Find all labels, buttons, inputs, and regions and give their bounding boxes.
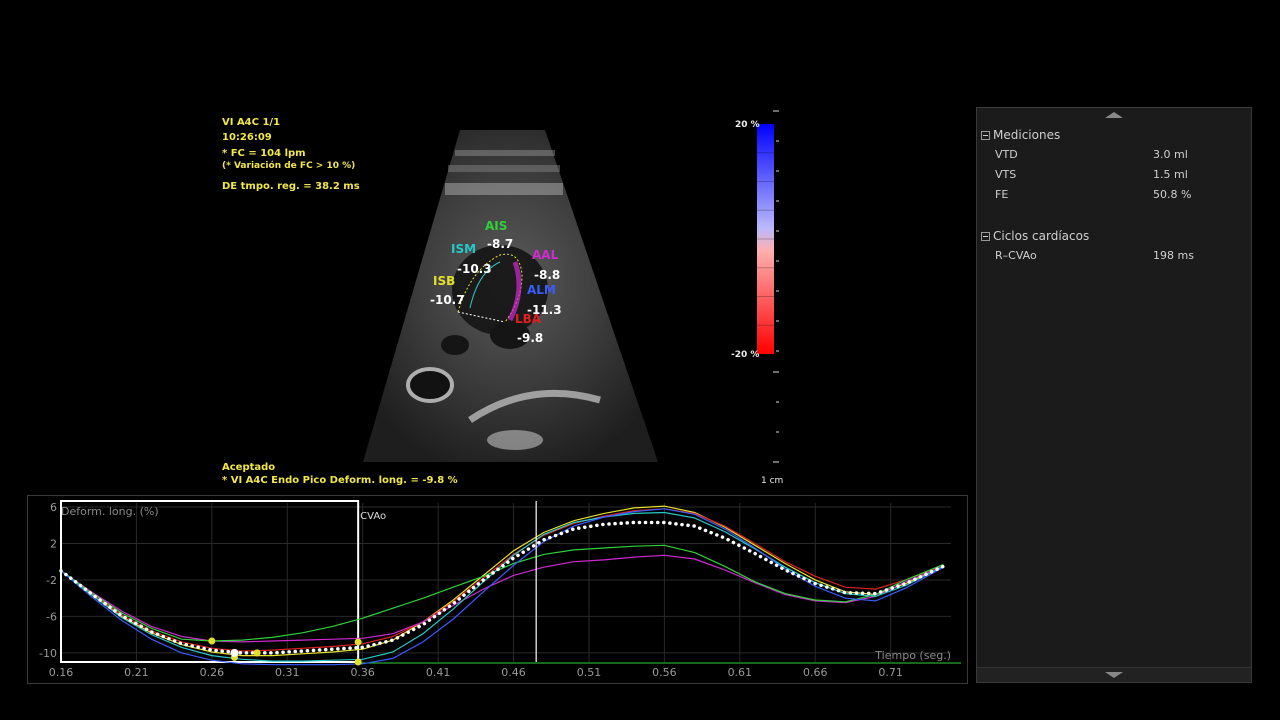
x-tick-label: 0.46 [501, 666, 526, 679]
segment-value-label: -8.7 [487, 237, 513, 251]
x-tick-label: 0.31 [275, 666, 300, 679]
peak-marker[interactable] [354, 638, 362, 646]
segment-value-label: -10.3 [457, 262, 492, 276]
measurement-row: FE 50.8 % [995, 188, 1192, 201]
x-tick-label: 0.71 [878, 666, 903, 679]
measurement-row: VTS 1.5 ml [995, 168, 1188, 181]
cycle-row: R–CVAo 198 ms [995, 249, 1194, 262]
y-tick-label: 2 [50, 537, 57, 550]
peak-marker[interactable] [253, 649, 261, 657]
segment-value-label: -10.7 [430, 293, 465, 307]
strain-graph[interactable]: 0.16 0.21 0.26 0.31 0.36 0.41 0.46 0.51 0.56 0.61… [27, 495, 968, 684]
segment-name-label: LBA [515, 312, 542, 326]
collapse-icon[interactable] [981, 130, 990, 140]
y-tick-label: -10 [39, 647, 57, 660]
cycles-section[interactable]: Ciclos cardíacos [981, 229, 1089, 243]
segment-name-label: AAL [532, 248, 559, 262]
segment-name-label: AIS [485, 219, 507, 233]
x-tick-label: 0.41 [426, 666, 451, 679]
y-tick-label: -2 [46, 574, 57, 587]
scroll-up-arrow[interactable] [1105, 112, 1123, 118]
y-axis-label: Deform. long. (%) [61, 505, 159, 518]
collapse-icon[interactable] [981, 231, 990, 241]
measurement-row: VTD 3.0 ml [995, 148, 1188, 161]
segment-value-label: -9.8 [517, 331, 543, 345]
measurements-title: Mediciones [993, 128, 1061, 142]
cvao-marker-label: CVAo [360, 511, 386, 522]
x-tick-label: 0.26 [200, 666, 225, 679]
peak-marker[interactable] [230, 648, 239, 657]
x-tick-label: 0.56 [652, 666, 677, 679]
peak-marker[interactable] [208, 637, 216, 645]
color-scale-bottom-label: -20 % [731, 350, 760, 360]
x-tick-label: 0.66 [803, 666, 828, 679]
measurements-section[interactable]: Mediciones [981, 128, 1060, 142]
peak-marker[interactable] [354, 658, 362, 666]
color-scale-top-label: 20 % [735, 120, 760, 130]
x-tick-label: 0.21 [124, 666, 149, 679]
segment-name-label: ISB [433, 274, 455, 288]
x-tick-label: 0.61 [728, 666, 753, 679]
measurements-panel: Mediciones VTD 3.0 ml VTS 1.5 ml FE 50.8 % … [976, 107, 1252, 683]
x-axis-label: Tiempo (seg.) [874, 649, 951, 662]
cycles-title: Ciclos cardíacos [993, 229, 1090, 243]
depth-unit-label: 1 cm [761, 476, 784, 486]
y-tick-label: 6 [50, 501, 57, 514]
segment-name-label: ISM [451, 242, 476, 256]
y-tick-label: -6 [46, 610, 57, 623]
segment-name-label: ALM [527, 283, 556, 297]
x-tick-label: 0.16 [49, 666, 74, 679]
segment-value-label: -8.8 [534, 268, 560, 282]
scroll-down-arrow[interactable] [1105, 672, 1123, 678]
x-tick-label: 0.51 [577, 666, 602, 679]
x-tick-label: 0.36 [350, 666, 375, 679]
